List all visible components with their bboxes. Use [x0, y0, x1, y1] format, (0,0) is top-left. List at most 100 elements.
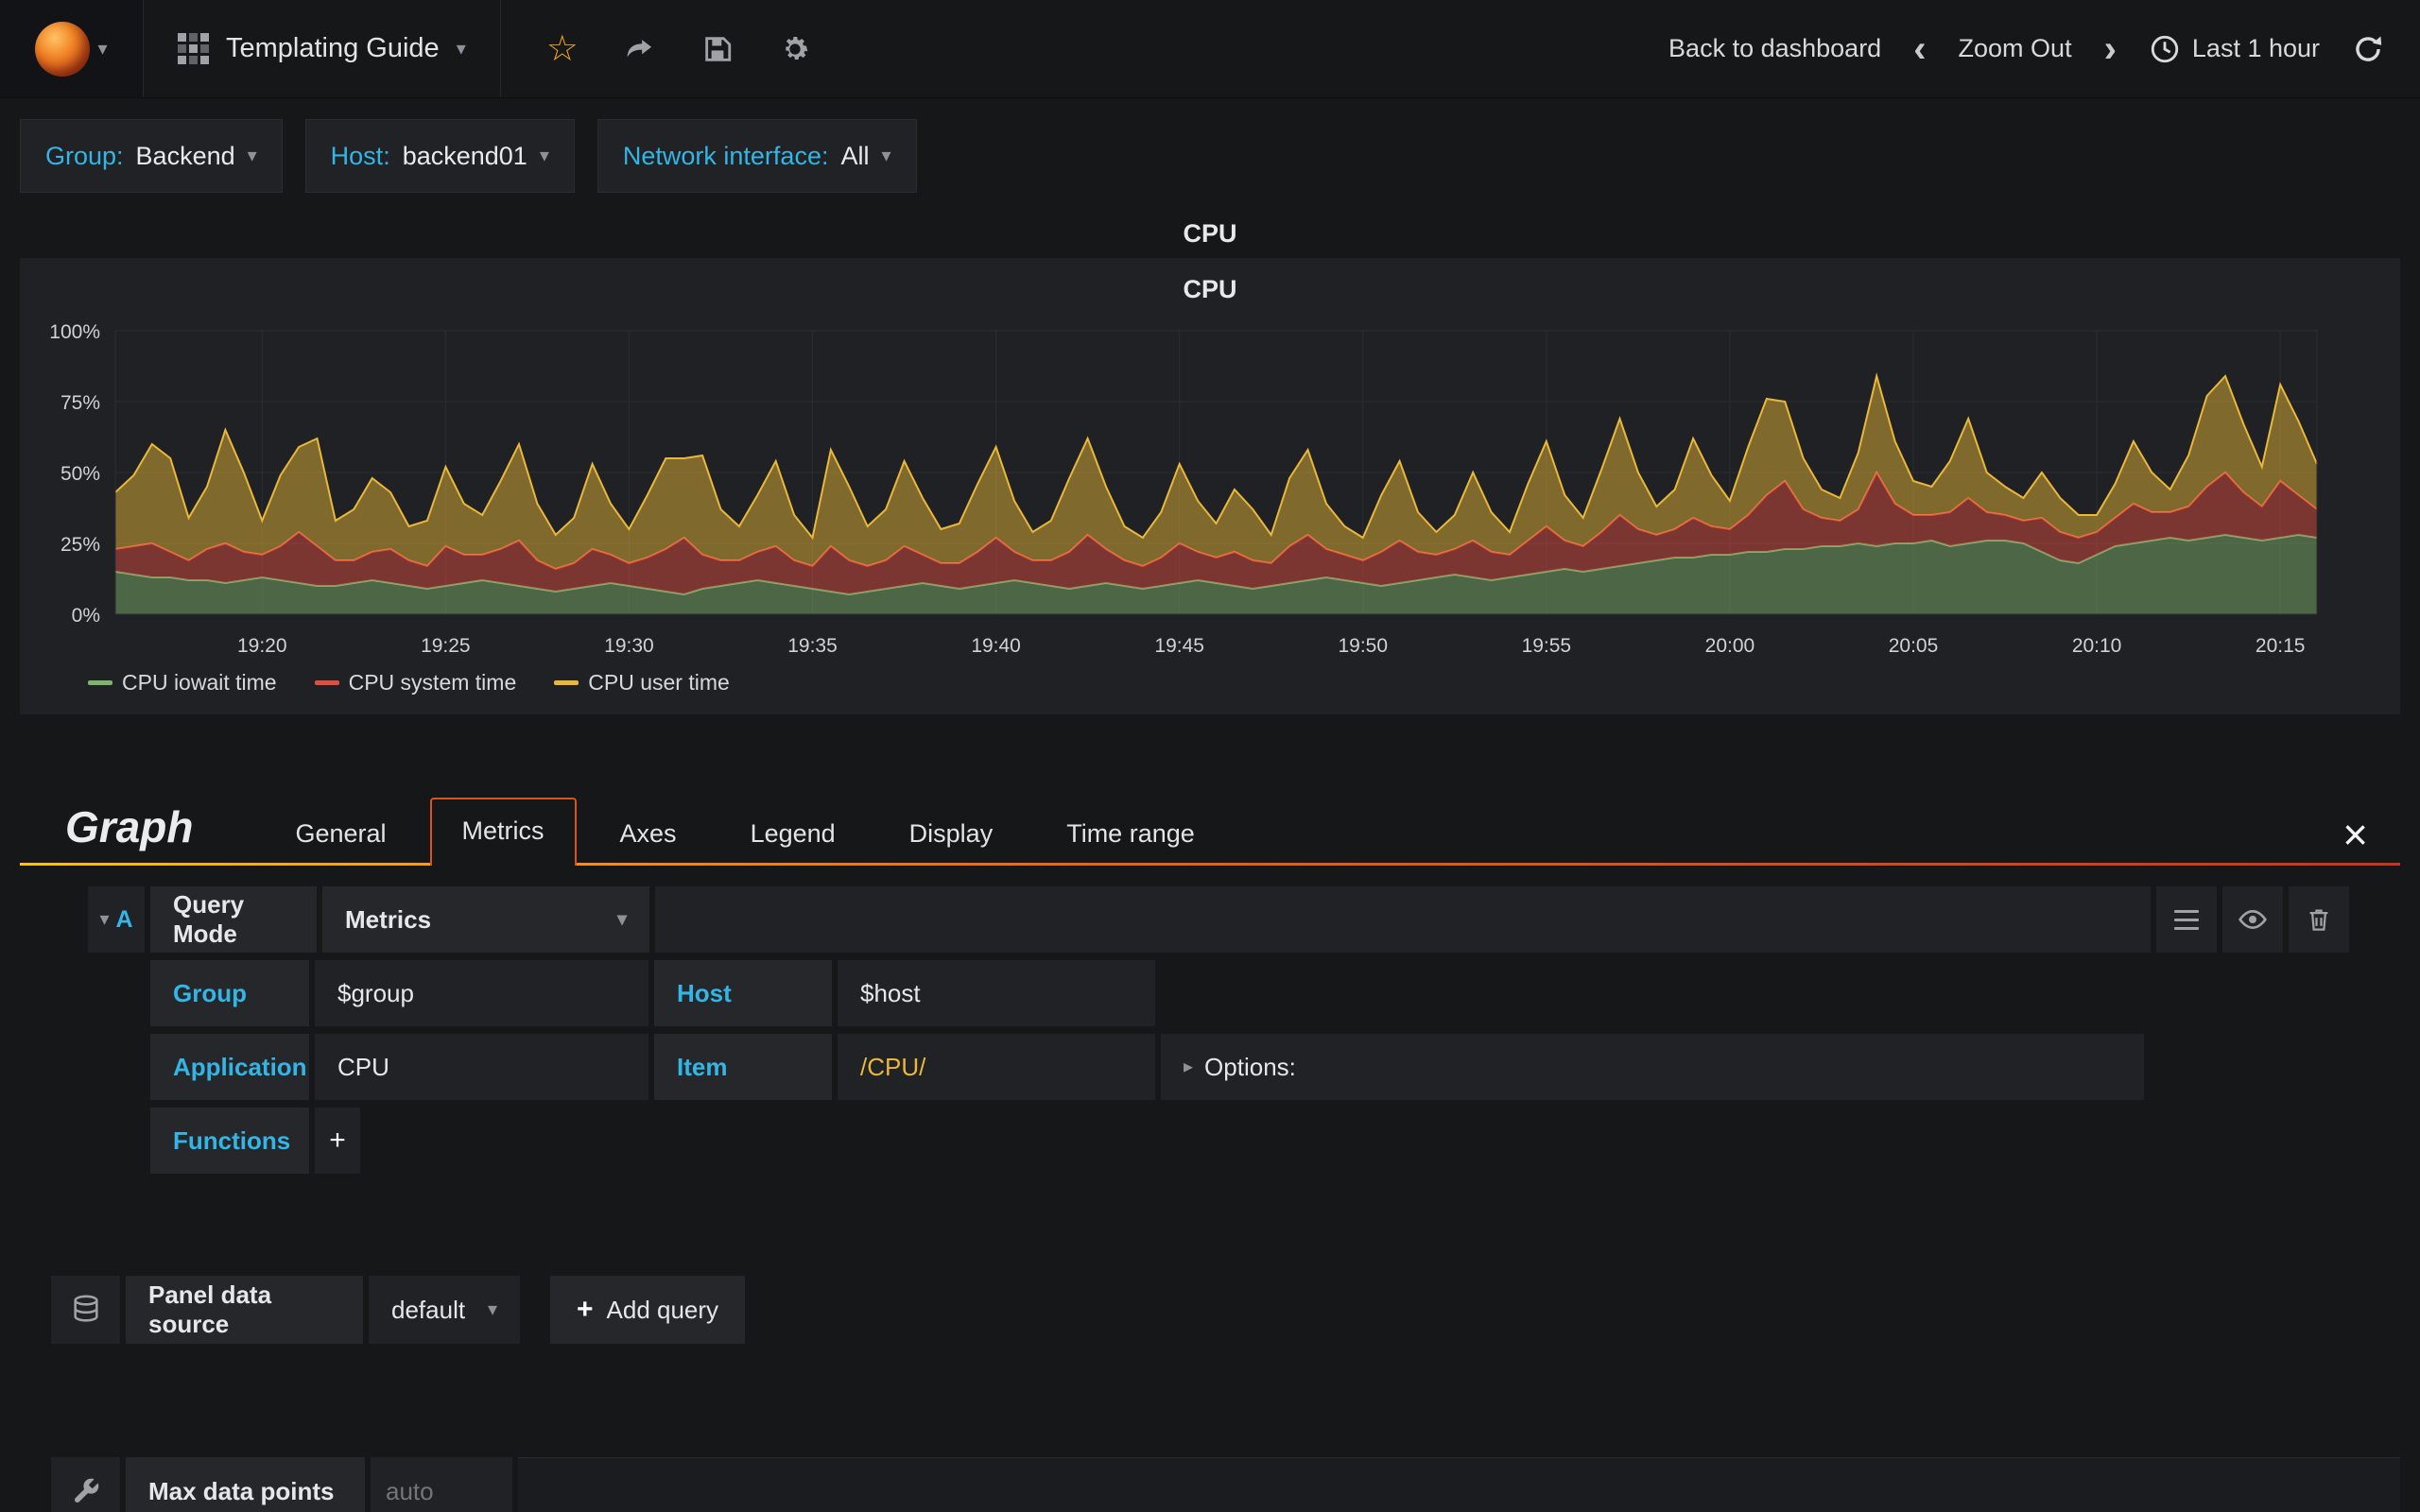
template-variables-row: Group: Backend ▾ Host: backend01 ▾ Netwo… [0, 98, 2420, 204]
query-editor: ▾ A Query Mode Metrics ▾ Group $group Ho… [20, 886, 2400, 1174]
variable-label: Group: [45, 141, 124, 170]
svg-text:0%: 0% [72, 605, 100, 627]
svg-text:20:10: 20:10 [2072, 635, 2122, 657]
grafana-logo-button[interactable]: ▾ [0, 0, 144, 97]
tab-legend[interactable]: Legend [720, 802, 866, 866]
menu-icon [2174, 904, 2199, 936]
variable-network-interface[interactable]: Network interface: All ▾ [596, 119, 917, 193]
application-input[interactable]: CPU [315, 1034, 648, 1100]
svg-text:25%: 25% [60, 534, 100, 556]
host-input[interactable]: $host [838, 960, 1155, 1026]
query-mode-select[interactable]: Metrics ▾ [322, 886, 649, 953]
close-icon[interactable]: × [2310, 813, 2400, 866]
options-toggle[interactable]: ▸ Options: [1161, 1034, 2144, 1100]
legend-item[interactable]: CPU iowait time [88, 670, 277, 696]
share-icon[interactable] [624, 33, 656, 65]
max-data-points-label: Max data points [126, 1457, 365, 1512]
add-query-button[interactable]: + Add query [550, 1276, 746, 1344]
dashboard-grid-icon [178, 33, 209, 64]
panel-title[interactable]: CPU [0, 204, 2420, 258]
svg-text:100%: 100% [49, 321, 100, 343]
svg-text:20:00: 20:00 [1705, 635, 1755, 657]
svg-text:19:25: 19:25 [421, 635, 471, 657]
star-icon[interactable]: ☆ [546, 31, 579, 67]
tab-display[interactable]: Display [879, 802, 1024, 866]
legend-item[interactable]: CPU system time [314, 670, 517, 696]
svg-text:19:45: 19:45 [1154, 635, 1204, 657]
chevron-right-icon: ▸ [1184, 1057, 1194, 1077]
chart-legend: CPU iowait time CPU system time CPU user t… [88, 670, 2400, 696]
navbar-actions: ☆ [501, 0, 856, 97]
editor-tabs: General Metrics Axes Legend Display Time rang… [265, 798, 1224, 866]
zoom-out-button[interactable]: Zoom Out [1959, 34, 2072, 63]
legend-swatch [314, 680, 339, 685]
query-collapse-toggle[interactable]: ▾ A [88, 886, 145, 953]
variable-label: Network interface: [622, 141, 829, 170]
host-label: Host [654, 960, 832, 1026]
query-row-group-host: Group $group Host $host [150, 960, 2349, 1026]
gear-icon[interactable] [779, 33, 811, 65]
legend-swatch [88, 680, 112, 685]
cpu-graph[interactable]: 19:20 19:25 19:30 19:35 19:40 19:45 19:50 19:55… [20, 308, 2400, 668]
svg-text:19:35: 19:35 [787, 635, 838, 657]
plus-icon: + [577, 1294, 594, 1325]
legend-label: CPU system time [348, 670, 517, 695]
datasource-value: default [391, 1295, 466, 1324]
svg-text:20:15: 20:15 [2256, 635, 2306, 657]
delete-query-button[interactable] [2289, 886, 2349, 953]
query-row-functions: Functions + [150, 1108, 2349, 1174]
tab-general[interactable]: General [265, 802, 416, 866]
legend-swatch [554, 680, 579, 685]
item-input[interactable]: /CPU/ [838, 1034, 1155, 1100]
datasource-label: Panel data source [126, 1276, 363, 1344]
grafana-logo-icon [35, 21, 91, 77]
variable-value: All [840, 141, 870, 170]
chevron-down-icon: ▾ [247, 146, 257, 166]
variable-label: Host: [330, 141, 390, 170]
add-function-button[interactable]: + [315, 1108, 360, 1174]
svg-text:19:20: 19:20 [237, 635, 287, 657]
time-picker[interactable]: Last 1 hour [2149, 33, 2320, 65]
chevron-down-icon: ▾ [97, 38, 108, 60]
toggle-visibility-button[interactable] [2222, 886, 2283, 953]
query-row-filler [655, 886, 2151, 953]
chevron-down-icon: ▾ [456, 38, 466, 60]
legend-item[interactable]: CPU user time [554, 670, 730, 696]
variable-group[interactable]: Group: Backend ▾ [20, 119, 283, 193]
variable-value: backend01 [402, 141, 527, 170]
svg-text:50%: 50% [60, 463, 100, 485]
refresh-icon[interactable] [2352, 33, 2384, 65]
tab-metrics[interactable]: Metrics [429, 798, 577, 866]
grafana-screen: ▾ Templating Guide ▾ ☆ Back to dashboard [0, 0, 2420, 1512]
chevron-down-icon: ▾ [539, 146, 549, 166]
add-query-label: Add query [606, 1295, 719, 1324]
max-data-points-input[interactable] [386, 1476, 497, 1506]
group-input[interactable]: $group [315, 960, 648, 1026]
chevron-down-icon: ▾ [99, 909, 110, 930]
save-icon[interactable] [701, 33, 734, 65]
tab-axes[interactable]: Axes [590, 802, 707, 866]
editor-header: Graph General Metrics Axes Legend Display Tim… [20, 798, 2400, 866]
options-label: Options: [1204, 1052, 1296, 1081]
variable-host[interactable]: Host: backend01 ▾ [304, 119, 575, 193]
chevron-down-icon: ▾ [487, 1299, 497, 1320]
back-to-dashboard-link[interactable]: Back to dashboard [1668, 34, 1881, 63]
chart-title: CPU [1183, 275, 1237, 303]
eye-icon [2238, 909, 2267, 930]
chevron-down-icon: ▾ [616, 909, 627, 930]
chevron-right-icon[interactable]: › [2104, 30, 2117, 68]
panel-type-title: Graph [65, 802, 194, 851]
tab-time-range[interactable]: Time range [1036, 802, 1225, 866]
wrench-icon [74, 1478, 98, 1503]
query-mode-label: Query Mode [150, 886, 317, 953]
query-ref-id: A [115, 905, 133, 933]
max-row-filler [518, 1457, 2400, 1512]
dashboard-title-menu[interactable]: Templating Guide ▾ [144, 0, 501, 97]
datasource-row: Panel data source default ▾ + Add query [51, 1276, 2400, 1344]
datasource-select[interactable]: default ▾ [369, 1276, 520, 1344]
functions-label: Functions [150, 1108, 309, 1174]
query-menu-button[interactable] [2156, 886, 2217, 953]
chevron-left-icon[interactable]: ‹ [1913, 30, 1926, 68]
database-icon [73, 1295, 98, 1322]
max-data-points-row: Max data points [51, 1457, 2400, 1512]
